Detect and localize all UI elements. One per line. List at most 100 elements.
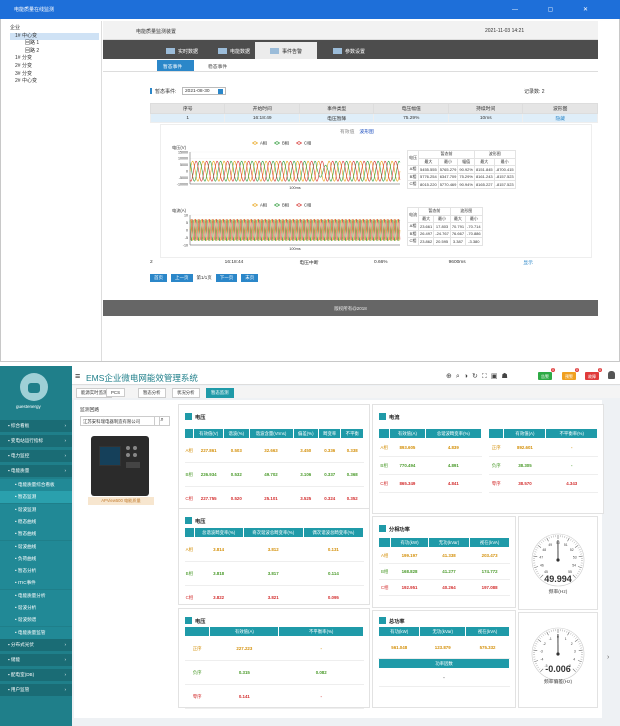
sidebar-item[interactable]: ▪ 储能 › bbox=[0, 653, 72, 666]
cell-wave[interactable]: 显示 bbox=[523, 257, 598, 268]
table-row: 零序 38.570 4.343 bbox=[488, 474, 598, 493]
tab-transient-events[interactable]: 暂态事件 bbox=[157, 60, 194, 71]
sidebar-item[interactable]: • 电能质量综合看板 bbox=[0, 479, 72, 491]
sidebar-item[interactable]: ▪ 用户监管 › bbox=[0, 683, 72, 696]
fullscreen-icon[interactable]: ⛶ bbox=[482, 373, 491, 380]
sidebar-item[interactable]: • 谐波频谱 bbox=[0, 614, 72, 627]
cell-value: 3.814 bbox=[194, 537, 244, 562]
sidebar-item[interactable]: ▪ 综合看板 › bbox=[0, 420, 72, 432]
sidebar-item-label: 电能质量分析 bbox=[17, 592, 46, 598]
tree-node[interactable]: 1# 中心变 bbox=[10, 32, 99, 41]
table-row: 负序 38.305- bbox=[488, 456, 598, 475]
tree-node[interactable]: 回路 1 bbox=[10, 40, 99, 48]
table-row[interactable]: 1 16:18:49 电压暂降 75.29% 10ms 隐藏 bbox=[149, 113, 598, 123]
help-icon[interactable]: ⊕ bbox=[446, 373, 456, 380]
crumb-tab[interactable]: PCS bbox=[106, 388, 126, 397]
sidebar-item[interactable]: • 电能质量监管 bbox=[0, 626, 72, 639]
sidebar-item[interactable]: • 谐波曲线 bbox=[0, 540, 72, 553]
last-page-button[interactable]: 末页 bbox=[241, 274, 259, 282]
summary-row: C相 23.862 20.595 3.387 -3.380 bbox=[407, 237, 483, 246]
pager: 首页 上一页 第1/1页 下一页 末页 bbox=[150, 274, 262, 282]
sidebar-item[interactable]: • 暂态曲线 bbox=[0, 528, 72, 541]
voltage-icon bbox=[185, 413, 192, 420]
gauge-tick-label: 3 bbox=[574, 650, 576, 654]
screen-icon[interactable]: ▣ bbox=[491, 373, 502, 380]
cell-time: 16:18:49 bbox=[224, 113, 300, 123]
column-header: 偏差(%) bbox=[292, 428, 319, 439]
sidebar-item[interactable]: • ITIC事件 bbox=[0, 577, 72, 590]
crumb-tab[interactable]: 暂态监测 bbox=[206, 388, 234, 398]
summary-cell: -3.380 bbox=[465, 237, 483, 246]
harmonic-icon bbox=[185, 517, 192, 524]
alarm-tag[interactable]: 告警 0 bbox=[538, 368, 555, 380]
sidebar-item[interactable]: • 暂态分析 bbox=[0, 565, 72, 578]
wave-mode-switch[interactable]: 有效值 波形图 bbox=[340, 128, 374, 135]
sidebar-item[interactable]: ▪ 电能质量 › bbox=[0, 465, 72, 477]
first-page-button[interactable]: 首页 bbox=[150, 274, 167, 282]
tab-2[interactable]: 事件告警 bbox=[255, 42, 317, 59]
search-icon[interactable]: ⌕ bbox=[456, 373, 464, 380]
next-page-button[interactable]: 下一页 bbox=[215, 274, 238, 282]
tree-node[interactable]: 1# 分变 bbox=[10, 55, 99, 63]
sidebar-item[interactable]: • 负荷曲线 bbox=[0, 552, 72, 565]
refresh-icon[interactable]: ↻ bbox=[472, 373, 482, 380]
legend-marker bbox=[297, 203, 301, 207]
summary-cell: 76.667 bbox=[449, 229, 467, 238]
tag-count: 0 bbox=[551, 368, 555, 372]
alarm-tag[interactable]: 故障 0 bbox=[585, 368, 602, 380]
device-tree[interactable]: 企业 1# 中心变 回路 1 回路 2 1# 分变 2# 分变 3# 分变 2# 中心变 bbox=[8, 21, 102, 361]
row-label: 正序 bbox=[488, 438, 504, 457]
tab-3[interactable]: 参数设置 bbox=[318, 42, 380, 59]
theme-icon[interactable]: ◑ bbox=[464, 373, 472, 380]
table-row[interactable]: 2 16:18:44 电压中断 0.66% 9600ms 显示 bbox=[150, 257, 598, 268]
crumb-tab[interactable]: 状况分析 bbox=[172, 388, 200, 398]
column-header: 谐波(%) bbox=[223, 428, 250, 439]
loop-select[interactable]: 江苏安科瑞电器制造有限公司 bbox=[80, 416, 160, 426]
crumb-tab[interactable]: 暂态分析 bbox=[138, 388, 166, 398]
menu-toggle-icon[interactable]: ≡ bbox=[75, 371, 80, 381]
sidebar-item-label: 分布式光伏 bbox=[10, 641, 34, 647]
date-input[interactable]: 2021-08-30 bbox=[182, 87, 226, 95]
sidebar-item[interactable]: • 稳态曲线 bbox=[0, 515, 72, 528]
sidebar-item[interactable]: • 谐波监测 bbox=[0, 503, 72, 516]
user-icon[interactable] bbox=[608, 371, 615, 379]
sidebar-item[interactable]: • 谐波分析 bbox=[0, 602, 72, 614]
sidebar-item[interactable]: ▪ 变电站运行指标 › bbox=[0, 435, 72, 447]
summary-cell: -8157.523 bbox=[493, 180, 516, 189]
summary-head-cell: 最大 bbox=[473, 157, 495, 166]
chevron-right-icon[interactable]: › bbox=[607, 654, 609, 661]
search-icon[interactable]: ⌕ bbox=[154, 416, 170, 426]
tree-node[interactable]: 2# 分变 bbox=[10, 63, 99, 71]
deviation-label: 频率偏差(Hz) bbox=[543, 680, 573, 685]
alarm-tag[interactable]: 预警 0 bbox=[562, 368, 579, 380]
cell-type: 电压中断 bbox=[299, 261, 319, 266]
window-controls[interactable]: — ▢ ✕ bbox=[512, 6, 602, 13]
calendar-icon[interactable] bbox=[218, 89, 223, 94]
sidebar-item[interactable]: • 电能质量分析 bbox=[0, 589, 72, 602]
prev-page-button[interactable]: 上一页 bbox=[171, 274, 193, 282]
row-label: B相 bbox=[184, 561, 195, 586]
tick-label: -10000 bbox=[177, 182, 188, 186]
sidebar-item[interactable]: ▪ 电力监控 › bbox=[0, 450, 72, 462]
event-table-row2[interactable]: 2 16:18:44 电压中断 0.66% 9600ms 显示 bbox=[150, 257, 598, 268]
cell-value: 174.772 bbox=[469, 563, 510, 580]
gauge-tick-label: 2 bbox=[571, 642, 573, 646]
toolbar-icons[interactable]: ⊕⌕◑↻⛶▣☗ bbox=[446, 372, 512, 381]
summary-row: A相 23.661 17.803 70.791 -70.714 bbox=[407, 222, 483, 231]
table-row: 正序 892.601- bbox=[488, 438, 598, 457]
tree-node[interactable]: 企业 bbox=[10, 25, 99, 33]
summary-head-cell: 暂态前 bbox=[418, 207, 451, 216]
shirt-icon[interactable]: ☗ bbox=[501, 373, 511, 380]
tab-steady-events[interactable]: 稳态事件 bbox=[202, 60, 233, 71]
cell-wave[interactable]: 隐藏 bbox=[522, 113, 598, 123]
cell-value: 4.839 bbox=[425, 438, 482, 457]
sidebar-item[interactable]: ▪ 配电室(DB) › bbox=[0, 668, 72, 681]
datetime: 2021-11-03 14:21 bbox=[485, 28, 525, 34]
phase-power-table: 有功(kW) 无功(kVar) 视在(kVA) A相 199.197 41.338 203.… bbox=[377, 537, 510, 596]
gauge-tick-label: -1 bbox=[549, 637, 552, 641]
sidebar-item-label: 负荷曲线 bbox=[17, 555, 37, 561]
tree-node[interactable]: 2# 中心变 bbox=[10, 78, 99, 86]
sidebar-item[interactable]: • 暂态监测 bbox=[0, 491, 72, 504]
sidebar-item[interactable]: ▪ 分布式光伏 › bbox=[0, 638, 72, 651]
summary-cell: 90.94% bbox=[457, 180, 475, 189]
